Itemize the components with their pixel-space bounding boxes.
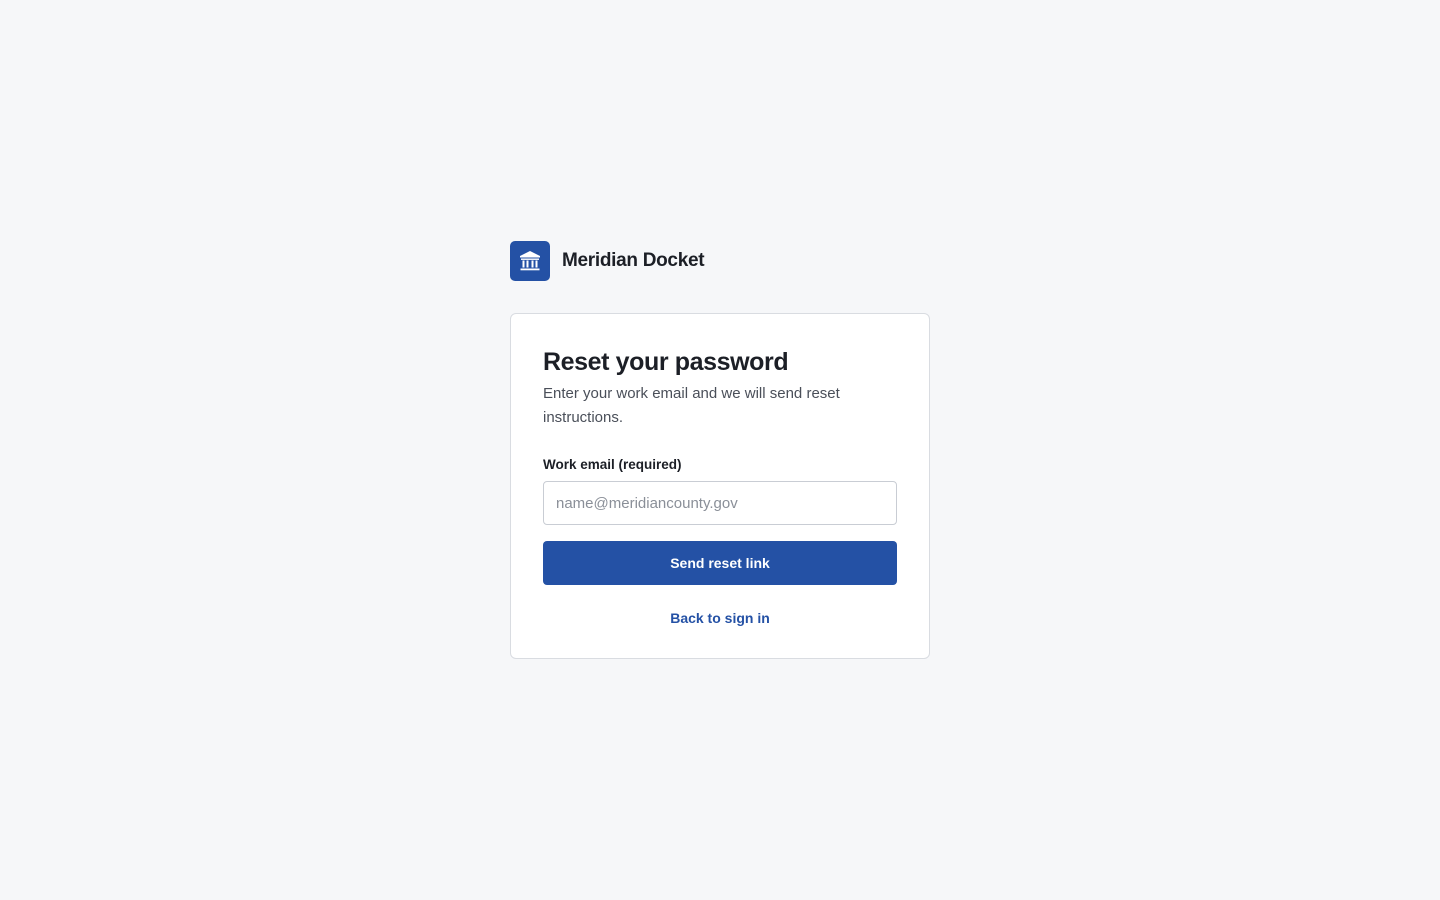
brand-header: Meridian Docket — [510, 241, 930, 281]
bank-building-icon — [510, 241, 550, 281]
page-title: Reset your password — [543, 348, 789, 376]
email-field[interactable] — [543, 481, 897, 525]
brand-name: Meridian Docket — [562, 250, 705, 271]
back-to-sign-in-link[interactable]: Back to sign in — [543, 609, 897, 627]
send-reset-link-button[interactable]: Send reset link — [543, 541, 897, 585]
reset-password-card: Reset your password Enter your work emai… — [510, 313, 930, 659]
page-subtitle: Enter your work email and we will send r… — [543, 385, 840, 426]
reset-password-container: Meridian Docket Reset your password Ente… — [510, 241, 930, 659]
email-field-label: Work email (required) — [543, 457, 682, 472]
